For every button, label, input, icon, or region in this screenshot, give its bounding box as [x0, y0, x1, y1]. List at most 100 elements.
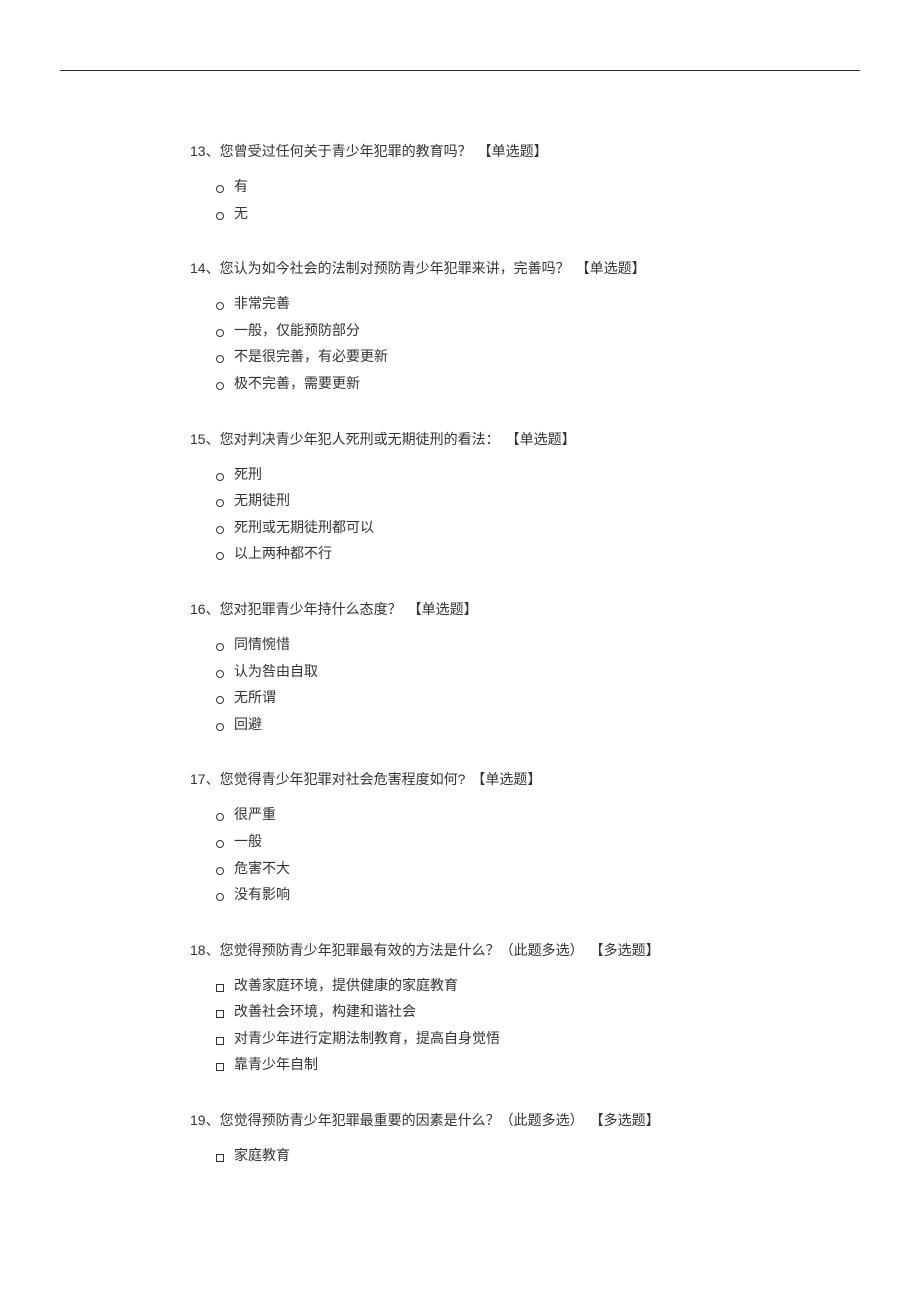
option-item[interactable]: 一般	[216, 828, 730, 855]
question-type-label: 【多选题】	[590, 940, 660, 960]
option-item[interactable]: 靠青少年自制	[216, 1051, 730, 1078]
option-label: 有	[234, 173, 248, 200]
survey-page: 13、您曾受过任何关于青少年犯罪的教育吗？【单选题】有无14、您认为如今社会的法…	[60, 70, 860, 1261]
option-item[interactable]: 改善家庭环境，提供健康的家庭教育	[216, 972, 730, 999]
option-item[interactable]: 同情惋惜	[216, 631, 730, 658]
option-label: 以上两种都不行	[234, 540, 332, 567]
question-title: 13、您曾受过任何关于青少年犯罪的教育吗？ 【单选题】	[190, 141, 730, 161]
option-label: 不是很完善，有必要更新	[234, 343, 388, 370]
radio-icon[interactable]	[216, 643, 224, 651]
radio-icon[interactable]	[216, 473, 224, 481]
radio-icon[interactable]	[216, 813, 224, 821]
checkbox-icon[interactable]	[216, 984, 224, 992]
question-block: 13、您曾受过任何关于青少年犯罪的教育吗？ 【单选题】有无	[190, 141, 730, 226]
option-item[interactable]: 危害不大	[216, 855, 730, 882]
radio-icon[interactable]	[216, 329, 224, 337]
question-type-label: 【单选题】	[478, 141, 548, 161]
option-item[interactable]: 无所谓	[216, 684, 730, 711]
option-label: 对青少年进行定期法制教育，提高自身觉悟	[234, 1025, 500, 1052]
question-title: 15、您对判决青少年犯人死刑或无期徒刑的看法： 【单选题】	[190, 429, 730, 449]
option-label: 非常完善	[234, 290, 290, 317]
option-item[interactable]: 极不完善，需要更新	[216, 370, 730, 397]
option-item[interactable]: 不是很完善，有必要更新	[216, 343, 730, 370]
question-number: 18、	[190, 940, 220, 960]
radio-icon[interactable]	[216, 382, 224, 390]
checkbox-icon[interactable]	[216, 1063, 224, 1071]
option-item[interactable]: 改善社会环境，构建和谐社会	[216, 998, 730, 1025]
question-text: 您觉得预防青少年犯罪最有效的方法是什么？（此题多选）	[220, 940, 584, 960]
option-item[interactable]: 无期徒刑	[216, 487, 730, 514]
option-label: 极不完善，需要更新	[234, 370, 360, 397]
checkbox-icon[interactable]	[216, 1010, 224, 1018]
option-item[interactable]: 以上两种都不行	[216, 540, 730, 567]
question-text: 您觉得青少年犯罪对社会危害程度如何?	[220, 769, 466, 789]
question-type-label: 【单选题】	[408, 599, 478, 619]
radio-icon[interactable]	[216, 212, 224, 220]
question-text: 您觉得预防青少年犯罪最重要的因素是什么？（此题多选）	[220, 1110, 584, 1130]
radio-icon[interactable]	[216, 355, 224, 363]
radio-icon[interactable]	[216, 670, 224, 678]
question-title: 19、您觉得预防青少年犯罪最重要的因素是什么？（此题多选） 【多选题】	[190, 1110, 730, 1130]
question-number: 17、	[190, 769, 220, 789]
radio-icon[interactable]	[216, 526, 224, 534]
option-label: 危害不大	[234, 855, 290, 882]
question-text: 您对判决青少年犯人死刑或无期徒刑的看法：	[220, 429, 500, 449]
options-list: 家庭教育	[190, 1142, 730, 1169]
question-number: 13、	[190, 141, 220, 161]
questions-container: 13、您曾受过任何关于青少年犯罪的教育吗？【单选题】有无14、您认为如今社会的法…	[190, 141, 730, 1169]
question-title: 16、您对犯罪青少年持什么态度？【单选题】	[190, 599, 730, 619]
option-item[interactable]: 非常完善	[216, 290, 730, 317]
option-item[interactable]: 回避	[216, 711, 730, 738]
radio-icon[interactable]	[216, 499, 224, 507]
question-text: 您曾受过任何关于青少年犯罪的教育吗？	[220, 141, 472, 161]
option-label: 无	[234, 200, 248, 227]
question-type-label: 【单选题】	[576, 258, 646, 278]
radio-icon[interactable]	[216, 696, 224, 704]
option-item[interactable]: 很严重	[216, 801, 730, 828]
question-title: 18、您觉得预防青少年犯罪最有效的方法是什么？（此题多选） 【多选题】	[190, 940, 730, 960]
option-item[interactable]: 无	[216, 200, 730, 227]
option-label: 一般	[234, 828, 262, 855]
option-label: 无期徒刑	[234, 487, 290, 514]
radio-icon[interactable]	[216, 185, 224, 193]
option-label: 死刑或无期徒刑都可以	[234, 514, 374, 541]
option-item[interactable]: 有	[216, 173, 730, 200]
question-number: 14、	[190, 258, 220, 278]
question-text: 您对犯罪青少年持什么态度？	[220, 599, 402, 619]
question-number: 19、	[190, 1110, 220, 1130]
options-list: 有无	[190, 173, 730, 226]
question-type-label: 【多选题】	[590, 1110, 660, 1130]
question-number: 15、	[190, 429, 220, 449]
radio-icon[interactable]	[216, 723, 224, 731]
option-label: 没有影响	[234, 881, 290, 908]
option-label: 认为咎由自取	[234, 658, 318, 685]
question-title: 14、您认为如今社会的法制对预防青少年犯罪来讲，完善吗？【单选题】	[190, 258, 730, 278]
radio-icon[interactable]	[216, 552, 224, 560]
question-block: 16、您对犯罪青少年持什么态度？【单选题】同情惋惜认为咎由自取无所谓回避	[190, 599, 730, 737]
option-label: 回避	[234, 711, 262, 738]
question-block: 14、您认为如今社会的法制对预防青少年犯罪来讲，完善吗？【单选题】非常完善一般，…	[190, 258, 730, 396]
option-item[interactable]: 对青少年进行定期法制教育，提高自身觉悟	[216, 1025, 730, 1052]
option-item[interactable]: 死刑	[216, 461, 730, 488]
options-list: 死刑无期徒刑死刑或无期徒刑都可以以上两种都不行	[190, 461, 730, 567]
question-block: 17、您觉得青少年犯罪对社会危害程度如何?【单选题】很严重一般危害不大没有影响	[190, 769, 730, 907]
radio-icon[interactable]	[216, 302, 224, 310]
option-label: 死刑	[234, 461, 262, 488]
option-item[interactable]: 死刑或无期徒刑都可以	[216, 514, 730, 541]
radio-icon[interactable]	[216, 893, 224, 901]
question-block: 19、您觉得预防青少年犯罪最重要的因素是什么？（此题多选） 【多选题】家庭教育	[190, 1110, 730, 1169]
question-type-label: 【单选题】	[471, 769, 541, 789]
radio-icon[interactable]	[216, 867, 224, 875]
option-item[interactable]: 没有影响	[216, 881, 730, 908]
question-title: 17、您觉得青少年犯罪对社会危害程度如何?【单选题】	[190, 769, 730, 789]
radio-icon[interactable]	[216, 840, 224, 848]
question-type-label: 【单选题】	[506, 429, 576, 449]
checkbox-icon[interactable]	[216, 1154, 224, 1162]
options-list: 很严重一般危害不大没有影响	[190, 801, 730, 907]
option-item[interactable]: 一般，仅能预防部分	[216, 317, 730, 344]
option-item[interactable]: 家庭教育	[216, 1142, 730, 1169]
checkbox-icon[interactable]	[216, 1037, 224, 1045]
options-list: 同情惋惜认为咎由自取无所谓回避	[190, 631, 730, 737]
option-item[interactable]: 认为咎由自取	[216, 658, 730, 685]
option-label: 改善社会环境，构建和谐社会	[234, 998, 416, 1025]
